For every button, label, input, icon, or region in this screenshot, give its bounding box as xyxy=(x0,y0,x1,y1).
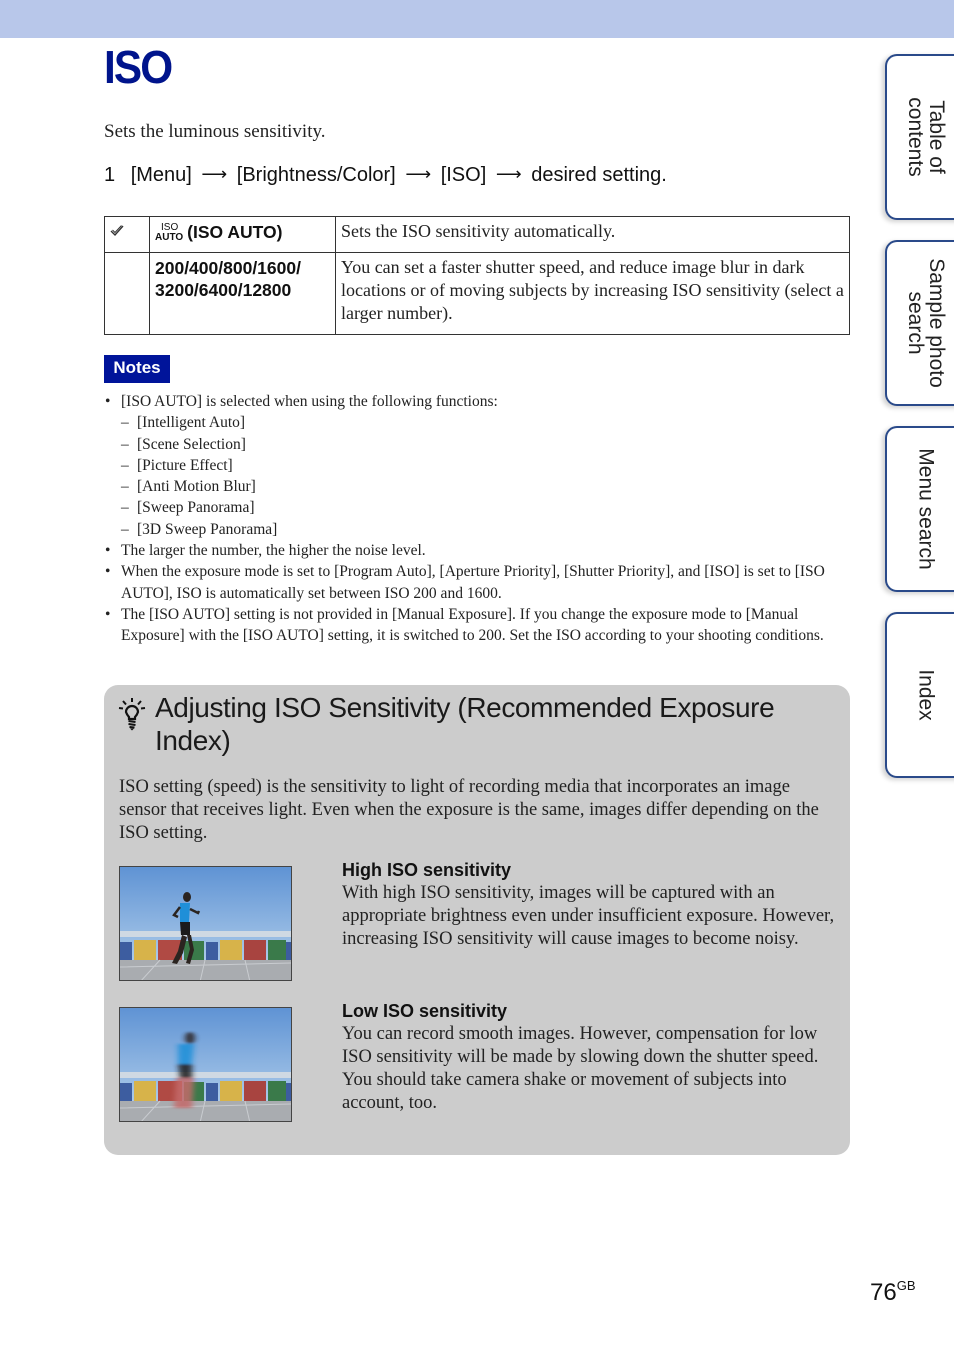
note-item: The larger the number, the higher the no… xyxy=(104,540,850,562)
tab-label: Index xyxy=(914,669,938,721)
note-subitem: [Scene Selection] xyxy=(104,434,850,456)
note-subitem: [3D Sweep Panorama] xyxy=(104,519,850,541)
note-subitem: [Intelligent Auto] xyxy=(104,412,850,434)
default-marker-cell xyxy=(104,252,150,335)
page-title: ISO xyxy=(104,41,173,93)
hint-body: ISO setting (speed) is the sensitivity t… xyxy=(119,777,819,843)
notes-list: [ISO AUTO] is selected when using the fo… xyxy=(104,391,850,647)
tab-sample-photo-search[interactable]: Sample photo search xyxy=(885,240,954,406)
runner-sharp-image xyxy=(120,867,291,980)
right-arrow-icon: ⟶ xyxy=(405,164,432,184)
step-part-iso: [ISO] xyxy=(440,164,487,186)
step-part-brightness: [Brightness/Color] xyxy=(236,164,396,186)
table-row: 200/400/800/1600/ 3200/6400/12800 You ca… xyxy=(104,252,850,335)
note-item: The [ISO AUTO] setting is not provided i… xyxy=(104,604,850,647)
option-label: (ISO AUTO) xyxy=(187,222,283,242)
table-row: ISO AUTO (ISO AUTO) Sets the ISO sensiti… xyxy=(104,216,850,253)
description-cell: Sets the ISO sensitivity automatically. xyxy=(335,216,850,253)
high-iso-heading: High ISO sensitivity xyxy=(342,860,512,880)
runner-blurred-image xyxy=(120,1008,291,1121)
option-cell: ISO AUTO (ISO AUTO) xyxy=(149,216,336,253)
option-cell: 200/400/800/1600/ 3200/6400/12800 xyxy=(149,252,336,335)
high-iso-item: High ISO sensitivity With high ISO sensi… xyxy=(342,859,837,951)
checkmark-icon xyxy=(110,225,124,237)
tab-menu-search[interactable]: Menu search xyxy=(885,426,954,592)
tab-label: Sample photo search xyxy=(904,258,948,388)
note-item: [ISO AUTO] is selected when using the fo… xyxy=(104,391,850,413)
tab-label: Table of contents xyxy=(904,97,948,177)
runner-blurred-photo xyxy=(119,1007,292,1122)
runner-sharp-photo xyxy=(119,866,292,981)
header-band xyxy=(0,0,954,38)
low-iso-heading: Low ISO sensitivity xyxy=(342,1001,508,1021)
hint-title: Adjusting ISO Sensitivity (Recommended E… xyxy=(155,692,775,756)
iso-auto-icon: ISO AUTO xyxy=(155,222,184,243)
notes-badge: Notes xyxy=(104,355,170,383)
page-number: 76GB xyxy=(870,1278,916,1306)
default-marker-cell xyxy=(104,216,150,253)
lightbulb-hint-icon xyxy=(118,698,146,731)
option-label: 200/400/800/1600/ xyxy=(155,258,301,278)
low-iso-text: You can record smooth images. However, c… xyxy=(342,1024,819,1113)
step-part-menu: [Menu] xyxy=(130,164,192,186)
step-part-setting: desired setting. xyxy=(531,164,667,186)
intro-text: Sets the luminous sensitivity. xyxy=(104,121,326,142)
iso-settings-table: ISO AUTO (ISO AUTO) Sets the ISO sensiti… xyxy=(104,216,850,335)
tab-label: Menu search xyxy=(914,448,938,570)
right-arrow-icon: ⟶ xyxy=(201,164,228,184)
page-suffix: GB xyxy=(896,1278,916,1293)
low-iso-item: Low ISO sensitivity You can record smoot… xyxy=(342,1000,837,1115)
hint-box: Adjusting ISO Sensitivity (Recommended E… xyxy=(104,685,850,1155)
option-label: 3200/6400/12800 xyxy=(155,280,292,300)
note-subitem: [Anti Motion Blur] xyxy=(104,476,850,498)
right-arrow-icon: ⟶ xyxy=(495,164,522,184)
step-number: 1 xyxy=(104,164,116,186)
tab-index[interactable]: Index xyxy=(885,612,954,778)
description-cell: You can set a faster shutter speed, and … xyxy=(335,252,850,335)
tab-table-of-contents[interactable]: Table of contents xyxy=(885,54,954,220)
menu-step: 1 [Menu] ⟶ [Brightness/Color] ⟶ [ISO] ⟶ … xyxy=(104,164,667,187)
note-subitem: [Picture Effect] xyxy=(104,455,850,477)
high-iso-text: With high ISO sensitivity, images will b… xyxy=(342,883,835,949)
note-subitem: [Sweep Panorama] xyxy=(104,497,850,519)
note-item: When the exposure mode is set to [Progra… xyxy=(104,561,850,604)
